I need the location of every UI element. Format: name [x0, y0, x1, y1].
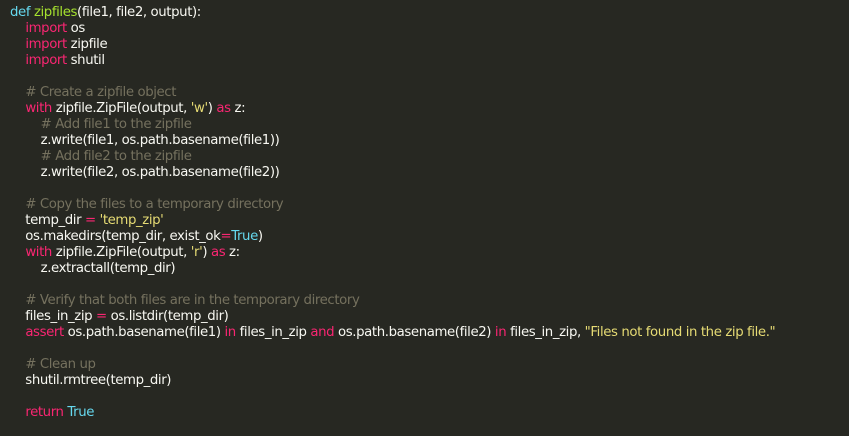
operator-token: assert: [25, 325, 64, 340]
code-token: zipfile.ZipFile(output,: [51, 245, 191, 260]
code-line[interactable]: temp_dir = 'temp_zip': [10, 213, 849, 229]
keyword-token: True: [231, 229, 258, 244]
code-token: z.extractall(temp_dir): [10, 261, 176, 276]
keyword-token: True: [67, 405, 95, 420]
code-token: (file1, file2, output):: [77, 5, 201, 20]
string-token: 'w': [190, 101, 208, 116]
code-line[interactable]: [10, 341, 849, 357]
string-token: 'temp_zip': [99, 213, 164, 228]
code-line[interactable]: # Create a zipfile object: [10, 85, 849, 101]
code-line[interactable]: os.makedirs(temp_dir, exist_ok=True): [10, 229, 849, 245]
code-line[interactable]: # Add file2 to the zipfile: [10, 149, 849, 165]
code-line[interactable]: shutil.rmtree(temp_dir): [10, 373, 849, 389]
code-editor[interactable]: def zipfiles(file1, file2, output): impo…: [0, 0, 849, 436]
operator-token: with: [25, 101, 52, 116]
code-line[interactable]: [10, 277, 849, 293]
code-line[interactable]: # Add file1 to the zipfile: [10, 117, 849, 133]
code-token: z:: [230, 101, 246, 116]
code-token: zipfile: [66, 37, 108, 52]
code-token: os.listdir(temp_dir): [106, 309, 229, 324]
code-token: temp_dir: [10, 213, 85, 228]
operator-token: with: [25, 245, 52, 260]
code-line[interactable]: import shutil: [10, 53, 849, 69]
code-token: os: [66, 21, 86, 36]
operator-token: =: [96, 309, 107, 324]
code-line[interactable]: # Copy the files to a temporary director…: [10, 197, 849, 213]
operator-token: import: [25, 21, 67, 36]
code-line[interactable]: [10, 181, 849, 197]
code-token: z:: [225, 245, 240, 260]
comment-token: # Copy the files to a temporary director…: [25, 197, 284, 212]
operator-token: in: [224, 325, 236, 340]
comment-token: # Add file1 to the zipfile: [40, 117, 192, 132]
code-token: z.write(file2, os.path.basename(file2)): [10, 165, 280, 180]
code-line[interactable]: z.write(file2, os.path.basename(file2)): [10, 165, 849, 181]
operator-token: return: [25, 405, 64, 420]
code-line[interactable]: files_in_zip = os.listdir(temp_dir): [10, 309, 849, 325]
code-line[interactable]: z.extractall(temp_dir): [10, 261, 849, 277]
code-line[interactable]: def zipfiles(file1, file2, output):: [10, 5, 849, 21]
comment-token: # Verify that both files are in the temp…: [25, 293, 360, 308]
operator-token: as: [216, 101, 231, 116]
code-token: ): [257, 229, 263, 244]
string-token: 'r': [190, 245, 203, 260]
code-token: ): [202, 245, 211, 260]
code-line[interactable]: assert os.path.basename(file1) in files_…: [10, 325, 849, 341]
code-line[interactable]: z.write(file1, os.path.basename(file1)): [10, 133, 849, 149]
code-line[interactable]: import zipfile: [10, 37, 849, 53]
operator-token: =: [220, 229, 232, 244]
function-name-token: zipfiles: [33, 5, 78, 20]
code-line[interactable]: return True: [10, 405, 849, 421]
code-line[interactable]: [10, 69, 849, 85]
code-token: files_in_zip: [10, 309, 97, 324]
code-token: shutil: [66, 53, 105, 68]
operator-token: import: [25, 53, 67, 68]
code-token: shutil.rmtree(temp_dir): [10, 373, 172, 388]
code-token: os.makedirs(temp_dir, exist_ok: [10, 229, 221, 244]
operator-token: and: [310, 325, 335, 340]
operator-token: as: [210, 245, 226, 260]
code-line[interactable]: # Verify that both files are in the temp…: [10, 293, 849, 309]
string-token: "Files not found in the zip file.": [584, 325, 776, 340]
operator-token: import: [25, 37, 67, 52]
code-token: zipfile.ZipFile(output,: [51, 101, 191, 116]
operator-token: in: [494, 325, 507, 340]
comment-token: # Create a zipfile object: [25, 85, 177, 100]
code-token: files_in_zip: [235, 325, 311, 340]
operator-token: =: [84, 213, 96, 228]
comment-token: # Clean up: [25, 357, 96, 372]
code-token: z.write(file1, os.path.basename(file1)): [10, 133, 280, 148]
code-token: files_in_zip,: [506, 325, 585, 340]
code-line[interactable]: # Clean up: [10, 357, 849, 373]
code-token: os.path.basename(file2): [334, 325, 495, 340]
code-token: os.path.basename(file1): [63, 325, 225, 340]
comment-token: # Add file2 to the zipfile: [40, 149, 192, 164]
code-line[interactable]: [10, 389, 849, 405]
code-line[interactable]: with zipfile.ZipFile(output, 'w') as z:: [10, 101, 849, 117]
keyword-token: def: [10, 5, 31, 20]
code-line[interactable]: import os: [10, 21, 849, 37]
code-line[interactable]: with zipfile.ZipFile(output, 'r') as z:: [10, 245, 849, 261]
